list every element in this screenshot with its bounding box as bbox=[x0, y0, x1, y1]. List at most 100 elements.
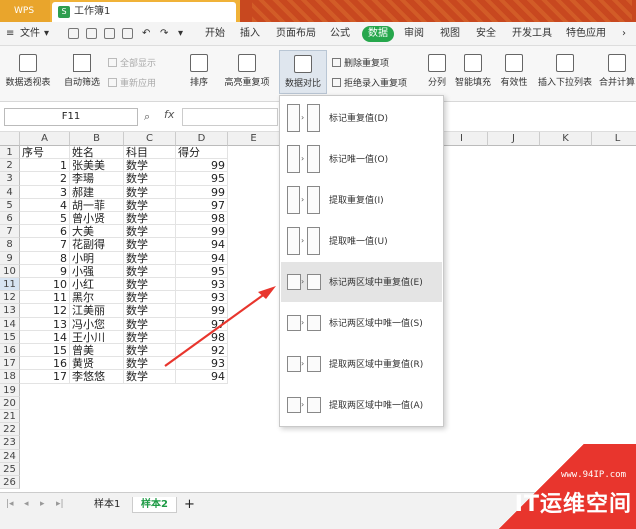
table-cell[interactable]: 曾美 bbox=[70, 344, 124, 358]
tab-home[interactable]: 开始 bbox=[205, 22, 225, 46]
row-header[interactable]: 1 bbox=[0, 146, 20, 160]
table-cell[interactable]: 李悠悠 bbox=[70, 370, 124, 384]
row-header[interactable]: 18 bbox=[0, 370, 20, 384]
table-cell[interactable]: 17 bbox=[20, 370, 70, 384]
table-cell[interactable]: 11 bbox=[20, 291, 70, 305]
menu-item-mark-duplicates[interactable]: › 标记重复值(D) bbox=[281, 98, 442, 138]
table-header-cell[interactable]: 科目 bbox=[124, 146, 176, 160]
table-cell[interactable]: 数学 bbox=[124, 238, 176, 252]
table-cell[interactable]: 97 bbox=[176, 198, 228, 212]
table-header-cell[interactable]: 序号 bbox=[20, 146, 70, 160]
column-header-l[interactable]: L bbox=[592, 132, 636, 146]
column-header-a[interactable]: A bbox=[20, 132, 70, 146]
table-cell[interactable]: 数学 bbox=[124, 185, 176, 199]
menu-item-mark-two-range-unique[interactable]: › 标记两区域中唯一值(S) bbox=[281, 303, 442, 343]
row-header[interactable]: 14 bbox=[0, 317, 20, 331]
table-cell[interactable]: 16 bbox=[20, 357, 70, 371]
table-cell[interactable]: 王小川 bbox=[70, 330, 124, 344]
table-cell[interactable]: 14 bbox=[20, 330, 70, 344]
row-header[interactable]: 5 bbox=[0, 198, 20, 212]
table-cell[interactable]: 93 bbox=[176, 357, 228, 371]
table-cell[interactable]: 小明 bbox=[70, 251, 124, 265]
table-cell[interactable]: 数学 bbox=[124, 317, 176, 331]
remove-duplicates-button[interactable]: 删除重复项 bbox=[332, 56, 389, 69]
tab-review[interactable]: 审阅 bbox=[404, 22, 424, 46]
table-cell[interactable]: 数学 bbox=[124, 212, 176, 226]
column-header-d[interactable]: D bbox=[176, 132, 228, 146]
last-sheet-icon[interactable]: ▸| bbox=[56, 499, 64, 509]
column-header-k[interactable]: K bbox=[540, 132, 592, 146]
more-tabs-icon[interactable]: › bbox=[622, 22, 626, 46]
table-cell[interactable]: 6 bbox=[20, 225, 70, 239]
validity-button[interactable]: 有效性 bbox=[496, 54, 532, 88]
autofilter-button[interactable]: 自动筛选 bbox=[62, 54, 102, 88]
menu-item-extract-duplicates[interactable]: › 提取重复值(I) bbox=[281, 180, 442, 220]
preview-icon[interactable] bbox=[122, 28, 133, 39]
row-header[interactable]: 10 bbox=[0, 264, 20, 278]
table-cell[interactable]: 黄贤 bbox=[70, 357, 124, 371]
table-cell[interactable]: 2 bbox=[20, 172, 70, 186]
table-header-cell[interactable]: 姓名 bbox=[70, 146, 124, 160]
row-header[interactable]: 9 bbox=[0, 251, 20, 265]
table-cell[interactable]: 胡一菲 bbox=[70, 198, 124, 212]
column-header-e[interactable]: E bbox=[228, 132, 280, 146]
table-cell[interactable]: 数学 bbox=[124, 159, 176, 173]
table-cell[interactable]: 97 bbox=[176, 317, 228, 331]
table-cell[interactable]: 李瑒 bbox=[70, 172, 124, 186]
table-cell[interactable]: 9 bbox=[20, 264, 70, 278]
save-icon[interactable] bbox=[68, 28, 79, 39]
table-cell[interactable]: 数学 bbox=[124, 172, 176, 186]
tab-page-layout[interactable]: 页面布局 bbox=[276, 22, 316, 46]
table-cell[interactable]: 94 bbox=[176, 251, 228, 265]
row-header[interactable]: 8 bbox=[0, 238, 20, 252]
table-cell[interactable]: 张美美 bbox=[70, 159, 124, 173]
tab-data[interactable]: 数据 bbox=[362, 26, 394, 42]
table-cell[interactable]: 15 bbox=[20, 344, 70, 358]
table-cell[interactable]: 93 bbox=[176, 291, 228, 305]
table-cell[interactable]: 数学 bbox=[124, 198, 176, 212]
table-cell[interactable]: 小红 bbox=[70, 278, 124, 292]
hamburger-icon[interactable]: ≡ bbox=[6, 22, 14, 46]
print-icon[interactable] bbox=[104, 28, 115, 39]
table-cell[interactable]: 数学 bbox=[124, 330, 176, 344]
table-cell[interactable]: 数学 bbox=[124, 225, 176, 239]
table-cell[interactable]: 数学 bbox=[124, 278, 176, 292]
tab-insert[interactable]: 插入 bbox=[240, 22, 260, 46]
add-sheet-button[interactable]: + bbox=[176, 497, 203, 513]
file-menu[interactable]: 文件 bbox=[20, 22, 40, 46]
smart-fill-button[interactable]: 智能填充 bbox=[454, 54, 492, 88]
row-header[interactable]: 13 bbox=[0, 304, 20, 318]
table-cell[interactable]: 数学 bbox=[124, 370, 176, 384]
menu-item-mark-two-range-duplicates[interactable]: › 标记两区域中重复值(E) bbox=[281, 262, 442, 302]
menu-item-extract-two-range-duplicates[interactable]: › 提取两区域中重复值(R) bbox=[281, 344, 442, 384]
formula-input[interactable] bbox=[182, 108, 278, 126]
row-header[interactable]: 15 bbox=[0, 330, 20, 344]
more-icon[interactable]: ▾ bbox=[178, 22, 183, 46]
row-header[interactable]: 24 bbox=[0, 449, 20, 463]
menu-item-mark-unique[interactable]: › 标记唯一值(O) bbox=[281, 139, 442, 179]
row-header[interactable]: 22 bbox=[0, 423, 20, 437]
table-cell[interactable]: 数学 bbox=[124, 357, 176, 371]
tab-features[interactable]: 特色应用 bbox=[566, 22, 606, 46]
highlight-duplicates-button[interactable]: 高亮重复项 bbox=[220, 54, 274, 88]
table-cell[interactable]: 12 bbox=[20, 304, 70, 318]
table-cell[interactable]: 8 bbox=[20, 251, 70, 265]
row-header[interactable]: 25 bbox=[0, 462, 20, 476]
table-cell[interactable]: 4 bbox=[20, 198, 70, 212]
table-cell[interactable]: 黑尔 bbox=[70, 291, 124, 305]
table-cell[interactable]: 13 bbox=[20, 317, 70, 331]
reject-duplicates-button[interactable]: 拒绝录入重复项 bbox=[332, 76, 407, 89]
table-cell[interactable]: 数学 bbox=[124, 251, 176, 265]
show-all-button[interactable]: 全部显示 bbox=[108, 56, 156, 69]
merge-calc-button[interactable]: 合并计算 bbox=[598, 54, 636, 88]
table-cell[interactable]: 99 bbox=[176, 185, 228, 199]
table-cell[interactable]: 数学 bbox=[124, 304, 176, 318]
export-icon[interactable] bbox=[86, 28, 97, 39]
table-cell[interactable]: 曾小贤 bbox=[70, 212, 124, 226]
tab-formula[interactable]: 公式 bbox=[330, 22, 350, 46]
next-sheet-icon[interactable]: ▸ bbox=[40, 499, 45, 509]
sheet-tab-2[interactable]: 样本2 bbox=[132, 497, 177, 513]
row-header[interactable]: 17 bbox=[0, 357, 20, 371]
table-cell[interactable]: 99 bbox=[176, 225, 228, 239]
tab-security[interactable]: 安全 bbox=[476, 22, 496, 46]
